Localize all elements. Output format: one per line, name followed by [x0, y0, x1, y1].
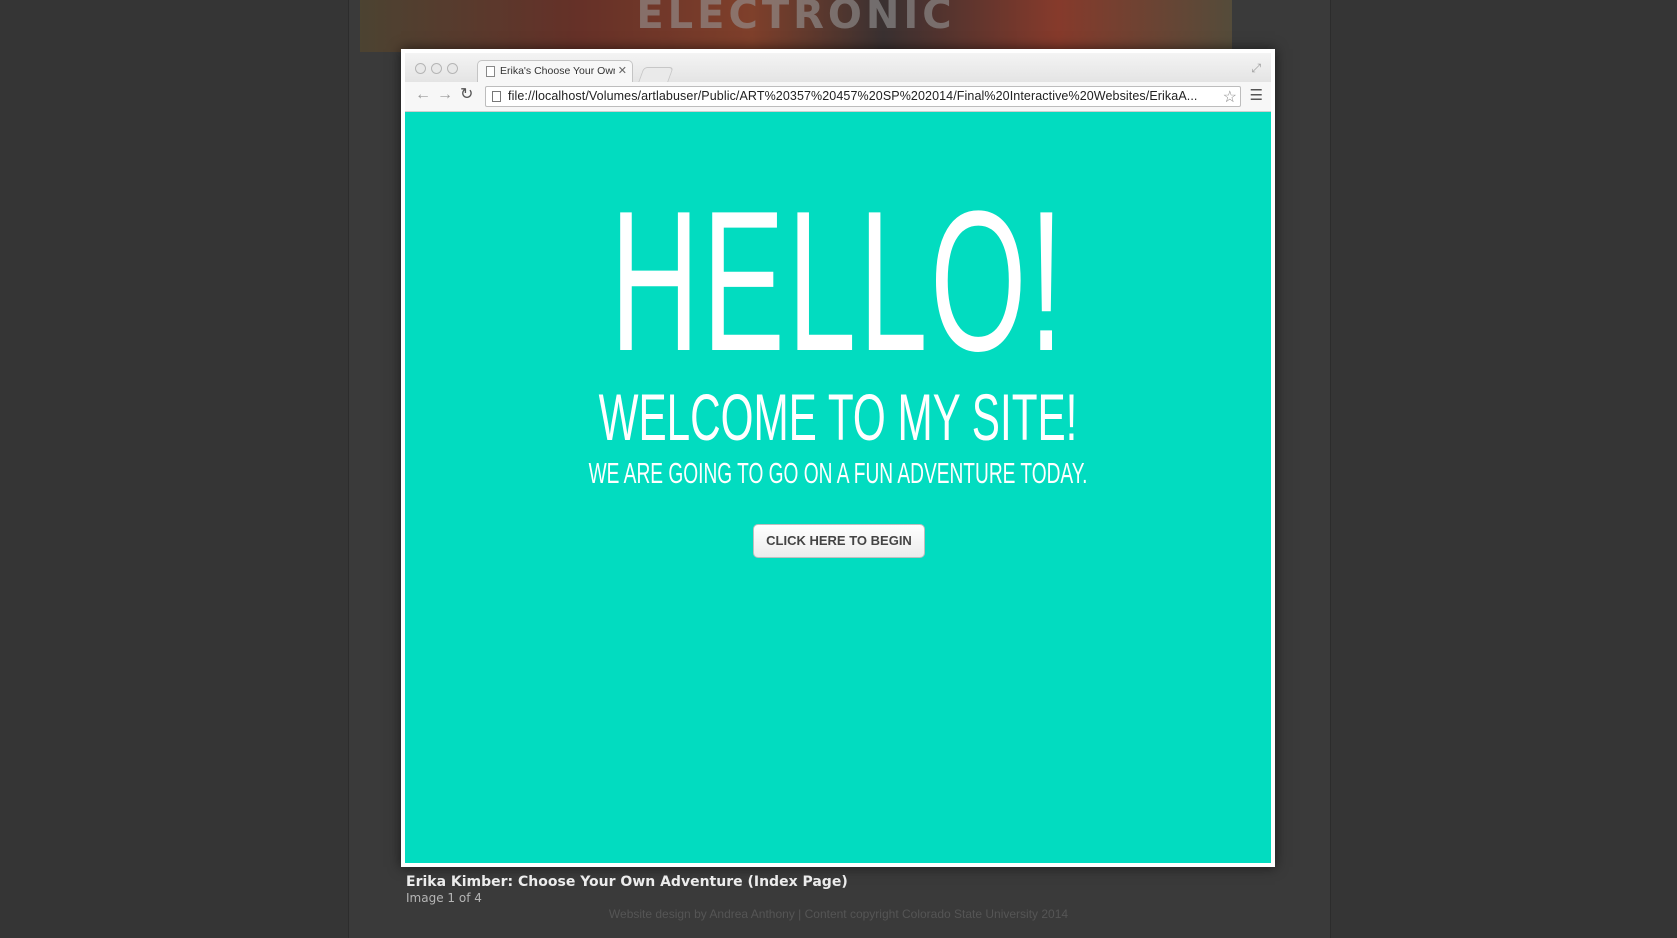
tab-active[interactable]: Erika's Choose Your Own Adventure ✕	[477, 60, 633, 82]
begin-button[interactable]: CLICK HERE TO BEGIN	[753, 524, 925, 558]
close-icon[interactable]: ✕	[618, 64, 627, 77]
browser-toolbar: ← → ↻ file://localhost/Volumes/artlabuse…	[405, 82, 1271, 112]
page-icon	[486, 66, 495, 77]
minimize-window-button[interactable]	[431, 63, 442, 74]
close-window-button[interactable]	[415, 63, 426, 74]
menu-icon[interactable]: ☰	[1250, 86, 1263, 104]
adventure-subtitle: WE ARE GOING TO GO ON A FUN ADVENTURE TO…	[588, 458, 1088, 490]
new-tab-button[interactable]	[638, 67, 674, 82]
browser-window: Erika's Choose Your Own Adventure ✕ ⤢ ← …	[405, 53, 1271, 863]
zoom-window-button[interactable]	[447, 63, 458, 74]
star-icon[interactable]: ☆	[1223, 87, 1237, 107]
lightbox-caption-title: Erika Kimber: Choose Your Own Adventure …	[406, 874, 848, 890]
back-arrow-icon[interactable]: ←	[415, 86, 431, 104]
fullscreen-icon[interactable]: ⤢	[1251, 61, 1261, 76]
banner-title: ELECTRONIC	[636, 0, 956, 38]
forward-arrow-icon[interactable]: →	[437, 86, 453, 104]
footer-credit: Website design by Andrea Anthony | Conte…	[608, 907, 1069, 921]
url-text[interactable]: file://localhost/Volumes/artlabuser/Publ…	[508, 89, 1208, 103]
page-viewport: HELLO! WELCOME TO MY SITE! WE ARE GOING …	[405, 112, 1271, 863]
lightbox-image-counter: Image 1 of 4	[406, 891, 482, 905]
page-icon	[492, 91, 501, 102]
welcome-heading: WELCOME TO MY SITE!	[598, 380, 1078, 454]
address-bar[interactable]: file://localhost/Volumes/artlabuser/Publ…	[485, 86, 1241, 107]
tab-strip: Erika's Choose Your Own Adventure ✕ ⤢	[405, 53, 1271, 82]
tab-title: Erika's Choose Your Own Adventure	[500, 65, 615, 77]
lightbox-image-frame: Erika's Choose Your Own Adventure ✕ ⤢ ← …	[401, 49, 1275, 867]
hello-heading: HELLO!	[610, 170, 1066, 393]
reload-icon[interactable]: ↻	[460, 86, 473, 104]
site-header-banner: ELECTRONIC	[360, 0, 1232, 52]
